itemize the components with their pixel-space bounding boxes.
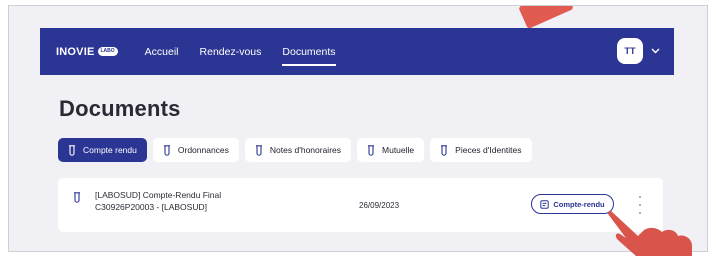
top-navigation: INOVIE LABO Accueil Rendez-vous Document… — [40, 28, 674, 75]
test-tube-icon — [163, 144, 171, 156]
document-date: 26/09/2023 — [359, 201, 400, 210]
chevron-down-icon[interactable] — [651, 46, 660, 57]
tab-label: Ordonnances — [177, 145, 229, 155]
tab-label: Mutuelle — [382, 145, 415, 155]
nav-link-rendez-vous[interactable]: Rendez-vous — [200, 42, 262, 62]
tab-label: Compte rendu — [83, 145, 137, 155]
document-icon — [540, 199, 550, 209]
compte-rendu-button-label: Compte-rendu — [553, 199, 605, 209]
compte-rendu-button[interactable]: Compte-rendu — [531, 194, 614, 214]
page-title: Documents — [59, 96, 181, 121]
document-row: [LABOSUD] Compte-Rendu Final C30926P2000… — [58, 178, 663, 232]
tab-label: Notes d'honoraires — [269, 145, 342, 155]
pointer-arrow-decoration — [518, 6, 574, 30]
tab-compte-rendu[interactable]: Compte rendu — [58, 138, 147, 162]
brand-name: INOVIE — [56, 45, 95, 58]
brand-logo[interactable]: INOVIE LABO — [56, 46, 118, 58]
nav-link-accueil[interactable]: Accueil — [145, 42, 179, 62]
user-menu[interactable]: TT — [617, 38, 660, 64]
tab-pieces-identites[interactable]: Pieces d'Identites — [430, 138, 532, 162]
tab-label: Pieces d'Identites — [455, 145, 522, 155]
test-tube-icon — [440, 144, 448, 156]
brand-badge: LABO — [97, 47, 118, 56]
tab-ordonnances[interactable]: Ordonnances — [152, 138, 239, 162]
document-category-tabs: Compte rendu Ordonnances Notes d'honorai… — [58, 138, 532, 162]
nav-link-documents[interactable]: Documents — [282, 42, 336, 66]
menu-dot — [639, 196, 641, 198]
document-title: [LABOSUD] Compte-Rendu Final C30926P2000… — [95, 190, 222, 212]
test-tube-icon — [68, 144, 76, 156]
test-tube-icon — [73, 192, 81, 203]
tab-notes-honoraires[interactable]: Notes d'honoraires — [244, 138, 352, 162]
avatar[interactable]: TT — [617, 38, 643, 64]
test-tube-icon — [367, 144, 375, 156]
pointing-hand-icon — [608, 210, 692, 256]
tab-mutuelle[interactable]: Mutuelle — [357, 138, 425, 162]
test-tube-icon — [255, 144, 263, 156]
